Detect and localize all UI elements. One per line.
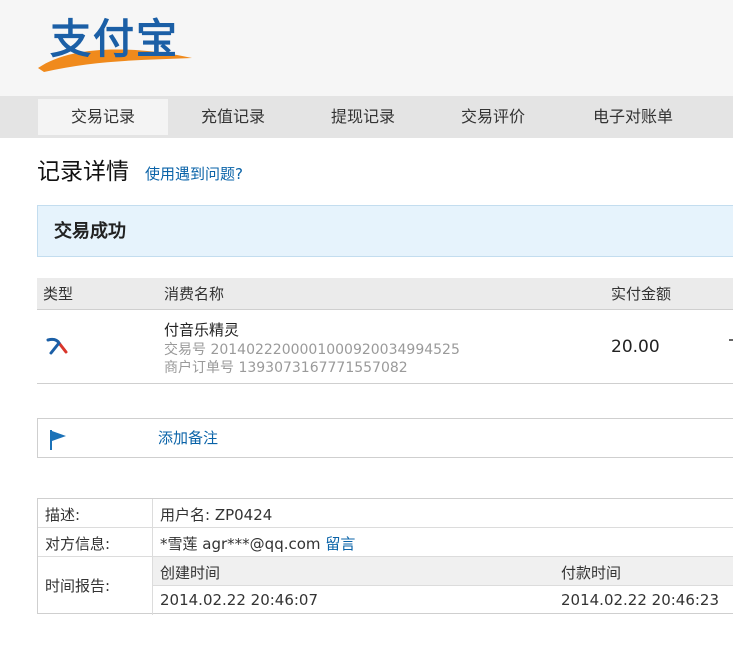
flag-icon <box>50 430 66 450</box>
paid-time-value: 2014.02.22 20:46:23 <box>561 591 720 609</box>
info-divider <box>153 585 733 586</box>
status-text: 交易成功 <box>54 221 126 242</box>
info-divider <box>38 527 733 528</box>
paid-amount: 20.00 <box>611 337 660 357</box>
tab-reviews[interactable]: 交易评价 <box>428 99 558 135</box>
note-box: 添加备注 <box>37 418 733 458</box>
description-label: 描述: <box>45 506 81 524</box>
tab-topups[interactable]: 充值记录 <box>168 99 298 135</box>
logo-text: 支付宝 <box>50 15 179 63</box>
arrow-icon <box>46 337 68 355</box>
created-time-value: 2014.02.22 20:46:07 <box>160 591 319 609</box>
time-subheader <box>153 557 733 585</box>
created-time-label: 创建时间 <box>160 564 221 582</box>
add-note-link[interactable]: 添加备注 <box>158 419 218 457</box>
alipay-logo[interactable]: 支付宝 <box>36 12 196 76</box>
status-banner: 交易成功 <box>37 205 733 257</box>
nav-bar: 交易记录 充值记录 提现记录 交易评价 电子对账单 <box>0 96 733 138</box>
merchant-order-number: 商户订单号 1393073167771557082 <box>164 360 408 376</box>
clipped-column-mark <box>729 339 733 341</box>
tab-e-statement[interactable]: 电子对账单 <box>558 99 708 135</box>
column-header-name: 消费名称 <box>164 285 225 303</box>
counterparty-value: *雪莲 agr***@qq.com 留言 <box>160 533 355 554</box>
tab-withdrawals[interactable]: 提现记录 <box>298 99 428 135</box>
tab-transactions[interactable]: 交易记录 <box>38 99 168 135</box>
counterparty-name: *雪莲 <box>160 535 198 553</box>
info-column-divider <box>152 499 153 615</box>
help-link[interactable]: 使用遇到问题? <box>145 156 243 192</box>
trade-number: 交易号 2014022200001000920034994525 <box>164 342 460 358</box>
counterparty-email: agr***@qq.com <box>202 535 321 553</box>
table-row: 付音乐精灵 交易号 2014022200001000920034994525 商… <box>37 310 733 384</box>
info-table: 描述: 用户名: ZP0424 对方信息: *雪莲 agr***@qq.com … <box>37 498 733 615</box>
header: 支付宝 <box>0 0 733 96</box>
column-header-type: 类型 <box>43 285 74 303</box>
time-report-label: 时间报告: <box>45 577 111 595</box>
page-title: 记录详情 <box>37 159 129 185</box>
counterparty-label: 对方信息: <box>45 535 111 553</box>
description-value: 用户名: ZP0424 <box>160 506 273 524</box>
paid-time-label: 付款时间 <box>561 564 622 582</box>
leave-message-link[interactable]: 留言 <box>325 535 355 553</box>
transaction-name: 付音乐精灵 <box>164 321 240 339</box>
column-header-amount: 实付金额 <box>611 285 672 303</box>
transaction-table-header: 类型 消费名称 实付金额 <box>37 278 733 310</box>
